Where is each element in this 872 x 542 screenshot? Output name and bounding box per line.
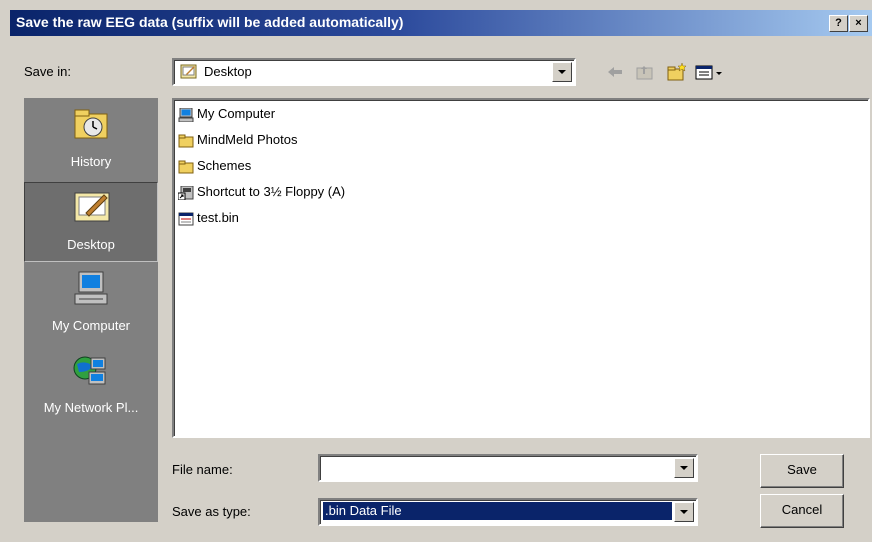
save-as-type-label: Save as type: [172, 504, 251, 519]
folder-icon [178, 160, 194, 174]
save-button[interactable]: Save [760, 454, 844, 488]
save-in-dropdown-arrow[interactable] [552, 62, 572, 82]
history-icon [71, 106, 111, 142]
network-places-icon [71, 352, 111, 388]
places-label: My Network Pl... [43, 400, 139, 415]
places-label: Desktop [67, 237, 115, 252]
file-name: My Computer [197, 106, 276, 121]
back-icon[interactable] [604, 62, 626, 82]
view-menu-icon[interactable] [694, 62, 728, 82]
file-name: Shortcut to 3½ Floppy (A) [197, 184, 346, 199]
close-button[interactable]: × [849, 15, 868, 32]
file-name-label: File name: [172, 462, 233, 477]
places-label: My Computer [51, 318, 131, 333]
places-item-history[interactable]: History [24, 100, 158, 180]
desktop-icon [180, 62, 198, 80]
file-name: Schemes [197, 158, 252, 173]
file-name: test.bin [197, 210, 239, 225]
cancel-button[interactable]: Cancel [760, 494, 844, 528]
shortcut-icon [177, 185, 194, 201]
places-label: History [70, 154, 112, 169]
save-in-value: Desktop [204, 64, 252, 79]
my-computer-icon [71, 270, 111, 306]
places-item-my-computer[interactable]: My Computer [24, 264, 158, 344]
places-item-network[interactable]: My Network Pl... [24, 346, 158, 426]
list-item[interactable]: test.bin [178, 210, 239, 228]
folder-icon [178, 134, 194, 148]
file-name: MindMeld Photos [197, 132, 298, 147]
desktop-icon [72, 189, 112, 225]
window-title: Save the raw EEG data (suffix will be ad… [16, 14, 404, 30]
save-as-type-dropdown[interactable]: .bin Data File [318, 498, 698, 526]
save-in-dropdown[interactable]: Desktop [172, 58, 576, 86]
list-item[interactable]: Shortcut to 3½ Floppy (A) [177, 184, 346, 202]
file-icon [178, 212, 194, 226]
places-bar: History Desktop My Computer My Network P… [24, 98, 158, 522]
file-list[interactable]: My Computer MindMeld Photos Schemes Shor… [172, 98, 870, 438]
save-as-type-dropdown-arrow[interactable] [674, 502, 694, 522]
file-name-dropdown-arrow[interactable] [674, 458, 694, 478]
save-in-label: Save in: [24, 64, 71, 79]
help-button[interactable]: ? [829, 15, 848, 32]
file-name-field[interactable] [318, 454, 698, 482]
list-item[interactable]: MindMeld Photos [178, 132, 297, 150]
up-folder-icon[interactable] [634, 62, 656, 82]
list-item[interactable]: Schemes [178, 158, 251, 176]
title-bar[interactable]: Save the raw EEG data (suffix will be ad… [10, 10, 872, 36]
my-computer-icon [178, 107, 194, 123]
new-folder-icon[interactable] [666, 62, 688, 82]
save-as-type-value: .bin Data File [323, 502, 672, 520]
places-item-desktop[interactable]: Desktop [24, 182, 158, 262]
list-item[interactable]: My Computer [178, 106, 275, 124]
